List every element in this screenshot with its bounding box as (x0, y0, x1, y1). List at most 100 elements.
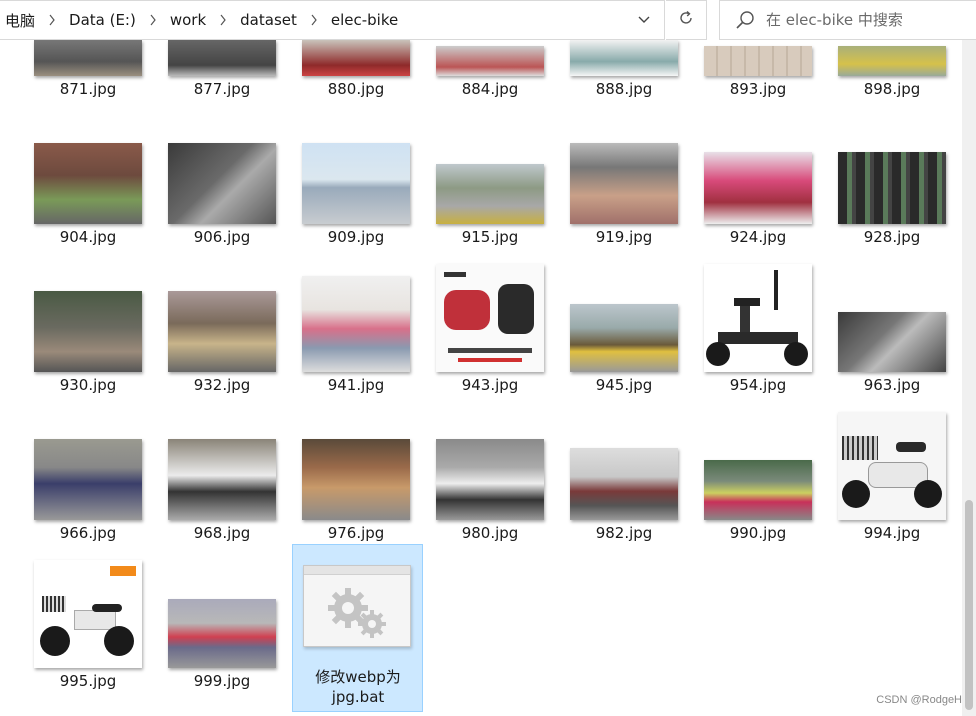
watermark: CSDN @RodgeH (876, 694, 962, 706)
image-thumbnail (570, 448, 678, 520)
image-thumbnail (436, 439, 544, 520)
search-box[interactable] (719, 0, 976, 40)
file-item[interactable]: 871.jpg (23, 40, 153, 122)
image-thumbnail (838, 412, 946, 520)
image-thumbnail (302, 40, 410, 76)
file-item[interactable]: 893.jpg (693, 40, 823, 122)
image-thumbnail (704, 152, 812, 224)
file-item[interactable]: 888.jpg (559, 40, 689, 122)
file-item[interactable]: 995.jpg (23, 560, 153, 714)
image-thumbnail (302, 439, 410, 520)
image-thumbnail (302, 276, 410, 372)
file-item[interactable]: 898.jpg (827, 40, 957, 122)
file-name: 871.jpg (59, 80, 117, 98)
file-grid: 871.jpg 877.jpg 880.jpg 884.jpg 888.jpg … (0, 40, 962, 716)
file-item[interactable]: 994.jpg (827, 412, 957, 566)
vertical-scrollbar[interactable] (962, 40, 976, 716)
breadcrumb-item-dataset[interactable]: dataset (234, 11, 303, 29)
file-name: 880.jpg (327, 80, 385, 98)
search-input[interactable] (764, 10, 968, 30)
batch-file-thumbnail (303, 565, 411, 647)
chevron-down-icon[interactable] (629, 6, 659, 34)
file-name: 966.jpg (59, 524, 117, 542)
image-thumbnail (302, 143, 410, 224)
file-name: 994.jpg (863, 524, 921, 542)
file-name: 945.jpg (595, 376, 653, 394)
image-thumbnail (704, 264, 812, 372)
breadcrumb-item-work[interactable]: work (164, 11, 212, 29)
file-name: 954.jpg (729, 376, 787, 394)
image-thumbnail (570, 143, 678, 224)
chevron-right-icon[interactable] (41, 14, 63, 26)
refresh-icon (678, 10, 694, 30)
address-bar[interactable]: 电脑 Data (E:) work dataset elec-bike (0, 0, 665, 40)
file-item[interactable]: 980.jpg (425, 418, 555, 566)
breadcrumb-item-pc[interactable]: 电脑 (0, 10, 41, 31)
file-name: 915.jpg (461, 228, 519, 246)
image-thumbnail (436, 164, 544, 224)
image-thumbnail (838, 312, 946, 372)
gears-icon (322, 582, 392, 646)
file-item[interactable]: 945.jpg (559, 270, 689, 418)
file-item[interactable]: 990.jpg (693, 418, 823, 566)
chevron-right-icon[interactable] (303, 14, 325, 26)
file-item[interactable]: 963.jpg (827, 270, 957, 418)
search-icon (734, 9, 756, 31)
file-name: 930.jpg (59, 376, 117, 394)
file-item[interactable]: 915.jpg (425, 122, 555, 270)
breadcrumb-item-drive[interactable]: Data (E:) (63, 11, 142, 29)
refresh-button[interactable] (666, 0, 707, 40)
file-item[interactable]: 932.jpg (157, 270, 287, 418)
file-name: 906.jpg (193, 228, 251, 246)
file-name: 924.jpg (729, 228, 787, 246)
file-name: 943.jpg (461, 376, 519, 394)
address-toolbar: 电脑 Data (E:) work dataset elec-bike (0, 0, 976, 40)
image-thumbnail (436, 264, 544, 372)
file-item[interactable]: 884.jpg (425, 40, 555, 122)
file-item[interactable]: 877.jpg (157, 40, 287, 122)
file-name: 884.jpg (461, 80, 519, 98)
image-thumbnail (34, 143, 142, 224)
image-thumbnail (168, 143, 276, 224)
file-item[interactable]: 880.jpg (291, 40, 421, 122)
file-item[interactable]: 906.jpg (157, 122, 287, 270)
file-item[interactable]: 954.jpg (693, 264, 823, 418)
file-name: 898.jpg (863, 80, 921, 98)
file-item[interactable]: 919.jpg (559, 122, 689, 270)
file-name: 877.jpg (193, 80, 251, 98)
file-name: 888.jpg (595, 80, 653, 98)
file-item[interactable]: 909.jpg (291, 122, 421, 270)
file-item[interactable]: 999.jpg (157, 566, 287, 714)
chevron-right-icon[interactable] (142, 14, 164, 26)
breadcrumb-item-elec-bike[interactable]: elec-bike (325, 11, 404, 29)
file-item[interactable]: 943.jpg (425, 264, 555, 418)
file-item[interactable]: 966.jpg (23, 418, 153, 566)
image-thumbnail (34, 40, 142, 76)
file-name: 968.jpg (193, 524, 251, 542)
file-item[interactable]: 930.jpg (23, 270, 153, 418)
image-thumbnail (436, 46, 544, 76)
file-name: 976.jpg (327, 524, 385, 542)
file-item[interactable]: 904.jpg (23, 122, 153, 270)
image-thumbnail (168, 599, 276, 668)
file-item[interactable]: 924.jpg (693, 122, 823, 270)
file-name: 919.jpg (595, 228, 653, 246)
image-thumbnail (570, 304, 678, 372)
file-item[interactable]: 982.jpg (559, 418, 689, 566)
file-name: 995.jpg (59, 672, 117, 690)
file-item[interactable]: 968.jpg (157, 418, 287, 566)
image-thumbnail (168, 291, 276, 372)
image-thumbnail (34, 560, 142, 668)
file-item[interactable]: 941.jpg (291, 270, 421, 418)
file-name: 990.jpg (729, 524, 787, 542)
file-name: 909.jpg (327, 228, 385, 246)
image-thumbnail (570, 40, 678, 76)
image-thumbnail (704, 46, 812, 76)
chevron-right-icon[interactable] (212, 14, 234, 26)
image-thumbnail (704, 460, 812, 520)
file-item[interactable]: 928.jpg (827, 122, 957, 270)
file-item-bat-selected[interactable]: 修改webp为 jpg.bat (292, 544, 423, 712)
file-name: 963.jpg (863, 376, 921, 394)
scrollbar-thumb[interactable] (965, 500, 973, 710)
image-thumbnail (838, 152, 946, 224)
